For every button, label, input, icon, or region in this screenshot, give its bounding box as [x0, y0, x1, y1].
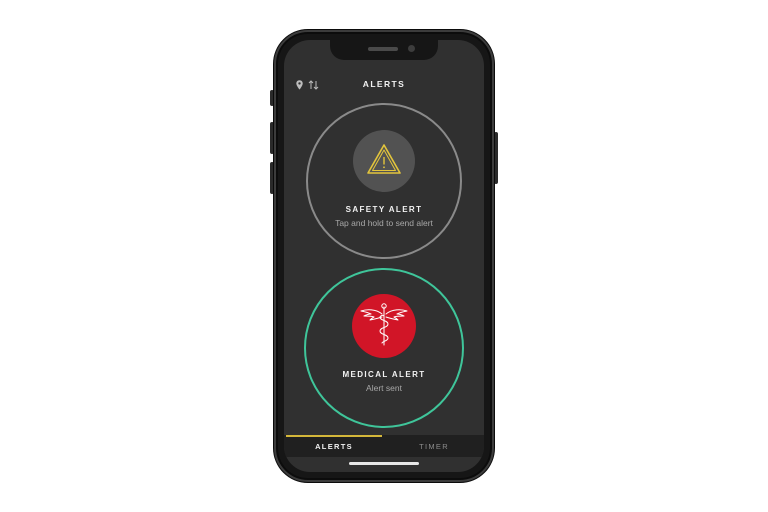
caduceus-icon	[359, 301, 409, 352]
medical-alert-button[interactable]: MEDICAL ALERT Alert sent	[304, 268, 464, 428]
warning-triangle-icon	[366, 143, 402, 180]
phone-frame: ALERTS SAFETY ALERT Tap and hold to send…	[274, 30, 494, 482]
page-title: ALERTS	[362, 79, 406, 89]
medical-alert-subtitle: Alert sent	[366, 383, 402, 393]
speaker-grille	[368, 47, 398, 51]
stage: ALERTS SAFETY ALERT Tap and hold to send…	[0, 0, 768, 512]
medical-alert-title: MEDICAL ALERT	[342, 370, 426, 379]
safety-alert-badge	[353, 130, 415, 192]
home-indicator[interactable]	[349, 462, 419, 465]
safety-alert-subtitle: Tap and hold to send alert	[335, 218, 433, 228]
phone-screen: ALERTS SAFETY ALERT Tap and hold to send…	[284, 40, 484, 472]
safety-alert-title: SAFETY ALERT	[345, 205, 423, 214]
medical-alert-badge	[352, 294, 416, 358]
safety-alert-button[interactable]: SAFETY ALERT Tap and hold to send alert	[306, 103, 462, 259]
tab-timer[interactable]: TIMER	[384, 435, 484, 457]
front-camera	[408, 45, 415, 52]
tab-bar: ALERTS TIMER	[284, 435, 484, 457]
power-button	[494, 132, 498, 184]
tab-alerts[interactable]: ALERTS	[284, 435, 384, 457]
notch	[330, 40, 438, 60]
